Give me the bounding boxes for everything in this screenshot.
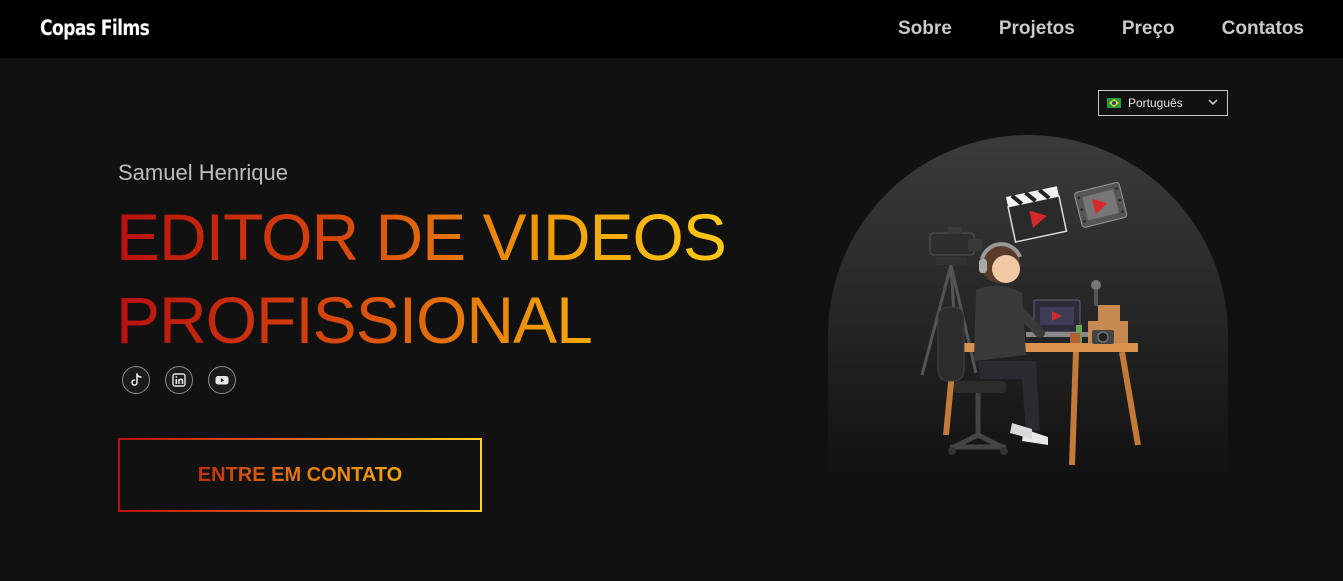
video-editor-illustration bbox=[828, 135, 1228, 475]
contact-button-label: ENTRE EM CONTATO bbox=[197, 463, 403, 486]
language-select[interactable]: Português bbox=[1098, 90, 1228, 116]
linkedin-icon[interactable] bbox=[165, 366, 193, 394]
social-links bbox=[122, 366, 236, 394]
language-label: Português bbox=[1128, 96, 1183, 110]
nav-link-contatos[interactable]: Contatos bbox=[1222, 18, 1304, 40]
nav-link-preco[interactable]: Preço bbox=[1122, 18, 1175, 40]
nav-link-sobre[interactable]: Sobre bbox=[898, 18, 952, 40]
site-logo[interactable]: Copas Films bbox=[40, 16, 150, 40]
top-bar: Copas Films Sobre Projetos Preço Contato… bbox=[0, 0, 1343, 58]
author-name: Samuel Henrique bbox=[118, 160, 288, 185]
tiktok-icon[interactable] bbox=[122, 366, 150, 394]
hero-headline: EDITOR DE VIDEOS PROFISSIONAL bbox=[116, 196, 756, 362]
headline-line-2: PROFISSIONAL bbox=[116, 283, 592, 357]
nav-link-projetos[interactable]: Projetos bbox=[999, 18, 1075, 40]
main-nav: Sobre Projetos Preço Contatos bbox=[851, 18, 1304, 40]
contact-button[interactable]: ENTRE EM CONTATO bbox=[118, 438, 482, 512]
chevron-down-icon bbox=[1208, 99, 1218, 106]
youtube-icon[interactable] bbox=[208, 366, 236, 394]
brazil-flag-icon bbox=[1107, 98, 1121, 108]
headline-line-1: EDITOR DE VIDEOS bbox=[116, 200, 726, 274]
